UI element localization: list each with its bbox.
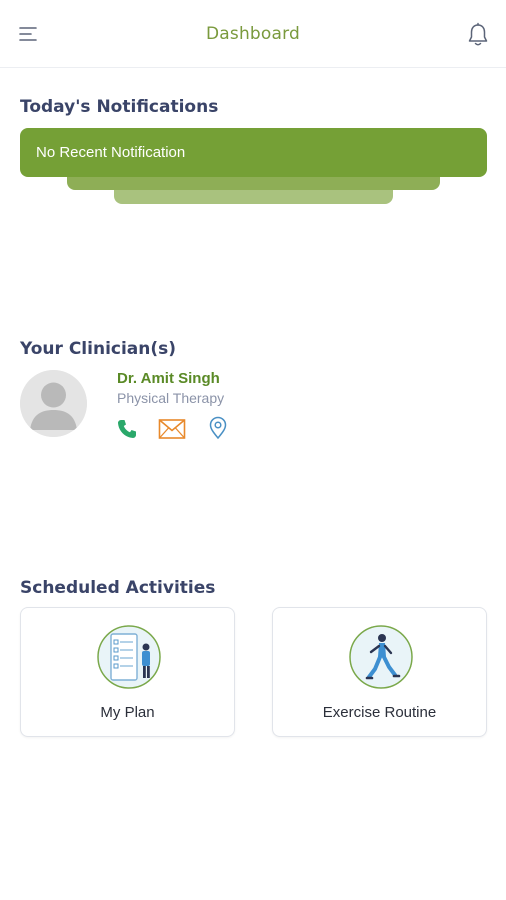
notifications-heading: Today's Notifications [20,97,219,117]
my-plan-label: My Plan [100,704,155,721]
clinician-card[interactable]: Dr. Amit Singh Physical Therapy [20,368,486,448]
location-icon[interactable] [207,416,229,440]
bell-icon[interactable] [466,22,490,48]
clinician-specialty: Physical Therapy [117,390,225,406]
phone-icon[interactable] [116,418,138,440]
menu-icon[interactable] [18,24,40,44]
notification-card[interactable]: No Recent Notification [20,128,487,177]
app-header: Dashboard [0,0,506,68]
my-plan-card[interactable]: My Plan [20,607,235,737]
clinicians-heading: Your Clinician(s) [20,339,177,359]
page-title: Dashboard [205,23,301,44]
exercise-routine-card[interactable]: Exercise Routine [272,607,487,737]
running-person-icon [349,625,413,689]
clinician-name: Dr. Amit Singh [117,370,220,387]
plan-checklist-icon [97,625,161,689]
activities-heading: Scheduled Activities [20,578,216,598]
mail-icon[interactable] [158,418,186,440]
notification-stack[interactable]: No Recent Notification [20,128,487,208]
avatar [20,370,87,437]
dashboard-screen: Dashboard Today's Notifications No Recen… [0,0,506,900]
notification-message: No Recent Notification [36,144,186,161]
exercise-routine-label: Exercise Routine [322,704,437,721]
